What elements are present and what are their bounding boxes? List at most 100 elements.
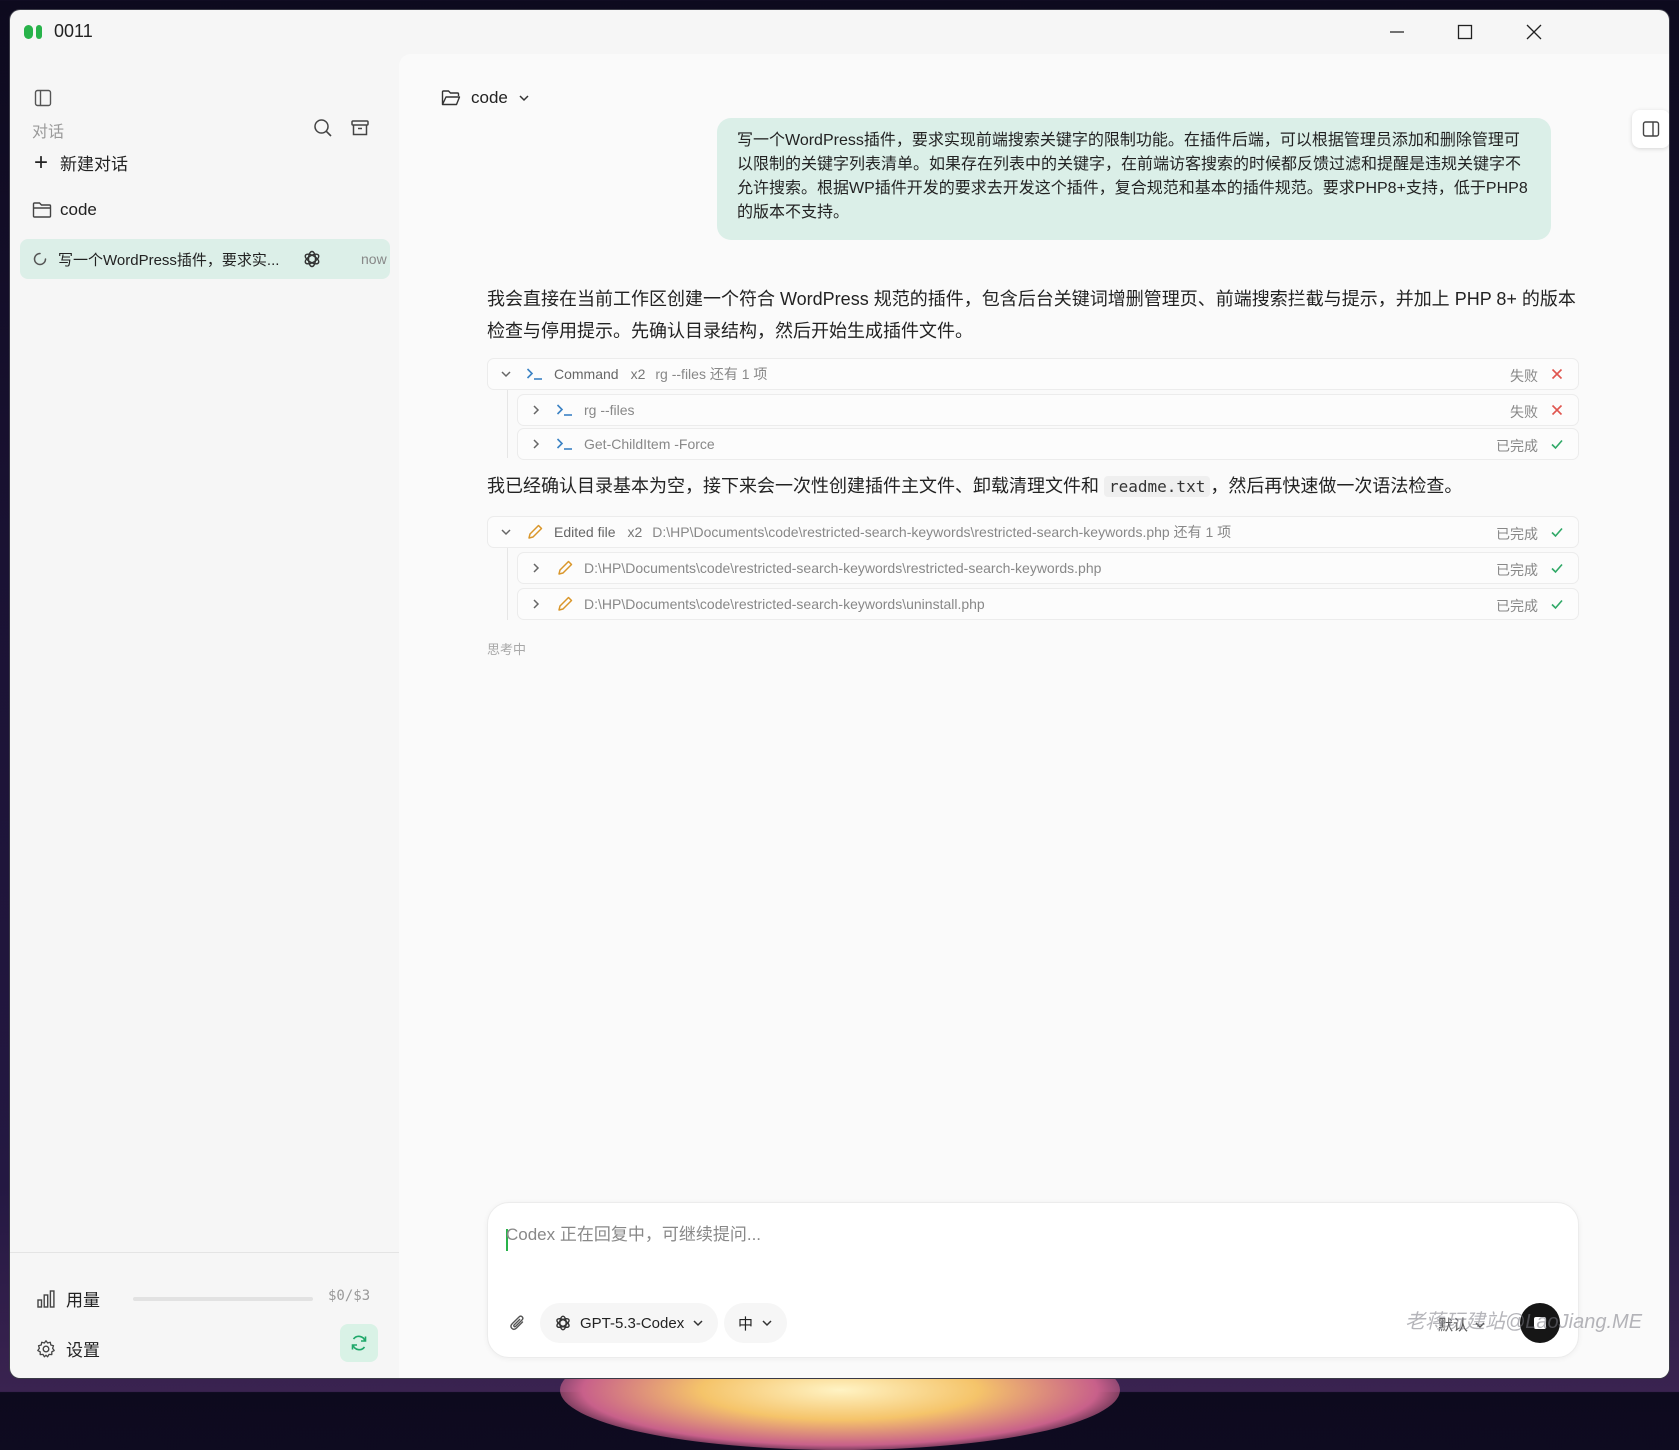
reasoning-effort-selector[interactable]: 中 <box>724 1303 788 1343</box>
plus-icon: + <box>34 148 49 176</box>
command-item-label: Get-ChildItem -Force <box>584 436 715 452</box>
gear-icon <box>37 1339 55 1357</box>
folder-icon <box>32 202 52 218</box>
check-icon <box>1551 599 1563 610</box>
failed-x-icon <box>1551 368 1563 380</box>
close-icon <box>1526 24 1542 40</box>
chevron-right-icon <box>530 598 546 610</box>
edited-file-item-row[interactable]: D:\HP\Documents\code\restricted-search-k… <box>517 552 1579 584</box>
chevron-right-icon <box>530 438 546 450</box>
refresh-button[interactable] <box>340 1324 378 1362</box>
terminal-icon <box>556 403 574 417</box>
edited-file-item-path: D:\HP\Documents\code\restricted-search-k… <box>584 596 985 612</box>
conversation-item-active[interactable]: 写一个WordPress插件，要求实... now <box>20 239 390 279</box>
workspace-label: code <box>471 88 508 107</box>
assistant-message-2: 我已经确认目录基本为空，接下来会一次性创建插件主文件、卸载清理文件和 readm… <box>487 470 1577 503</box>
close-button[interactable] <box>1500 10 1568 54</box>
chevron-down-icon <box>500 526 516 538</box>
archive-icon <box>351 120 369 136</box>
maximize-icon <box>1457 24 1473 40</box>
archive-button[interactable] <box>350 118 372 140</box>
sidebar-heading: 对话 <box>32 124 65 141</box>
assistant-message-1: 我会直接在当前工作区创建一个符合 WordPress 规范的插件，包含后台关键词… <box>487 289 1576 341</box>
failed-x-icon <box>1551 404 1563 416</box>
app-window: 0011 对话 + 新建对话 code 写一个WordPress插件，要求实..… <box>10 10 1669 1378</box>
pencil-icon <box>526 523 544 541</box>
pencil-icon <box>556 595 574 613</box>
command-item-label: rg --files <box>584 402 635 418</box>
search-button[interactable] <box>313 118 335 140</box>
check-icon <box>1551 563 1563 574</box>
chevron-down-icon <box>500 368 516 380</box>
refresh-icon <box>351 1335 367 1351</box>
sidebar-toggle-button[interactable] <box>34 89 54 109</box>
new-chat-label: 新建对话 <box>60 155 129 174</box>
pencil-icon <box>556 559 574 577</box>
command-group-label: Command <box>554 366 619 382</box>
usage-item[interactable]: 用量 <box>36 1286 100 1311</box>
command-item-row[interactable]: Get-ChildItem -Force 已完成 <box>517 428 1579 460</box>
sidebar-folder-code[interactable]: code <box>32 200 97 220</box>
paperclip-icon <box>510 1315 524 1331</box>
sidebar-toggle-icon <box>34 89 52 107</box>
edited-file-item-row[interactable]: D:\HP\Documents\code\restricted-search-k… <box>517 588 1579 620</box>
folder-label: code <box>60 200 97 219</box>
chevron-right-icon <box>530 404 546 416</box>
check-icon <box>1551 527 1563 538</box>
model-selector[interactable]: GPT-5.3-Codex <box>540 1303 719 1343</box>
openai-logo-icon <box>556 1315 570 1331</box>
edited-file-item-path: D:\HP\Documents\code\restricted-search-k… <box>584 560 1102 576</box>
user-message-bubble: 写一个WordPress插件，要求实现前端搜索关键字的限制功能。在插件后端，可以… <box>717 118 1551 240</box>
edited-file-group-row[interactable]: Edited file x2 D:\HP\Documents\code\rest… <box>487 516 1579 548</box>
new-chat-button[interactable]: + 新建对话 <box>34 150 128 175</box>
tree-connector <box>507 548 508 620</box>
inline-code-filename: readme.txt <box>1104 476 1211 497</box>
folder-open-icon <box>441 90 461 106</box>
settings-button[interactable]: 设置 <box>36 1336 100 1361</box>
conversation-title: 写一个WordPress插件，要求实... <box>58 252 280 269</box>
check-icon <box>1551 439 1563 450</box>
chevron-right-icon <box>530 562 546 574</box>
edited-file-group-status: 已完成 <box>1496 526 1538 542</box>
conversation-time: now <box>361 251 387 267</box>
assistant-message-2-text-end: ，然后再快速做一次语法检查。 <box>1210 476 1463 496</box>
title-bar: 0011 <box>10 10 1669 54</box>
usage-label: 用量 <box>66 1291 100 1310</box>
chevron-down-icon <box>762 1320 772 1327</box>
message-input[interactable] <box>506 1225 1506 1245</box>
edited-file-group-detail: D:\HP\Documents\code\restricted-search-k… <box>652 524 1232 540</box>
toggle-right-panel-button[interactable] <box>1632 110 1669 148</box>
command-group-detail: rg --files 还有 1 项 <box>655 366 768 382</box>
minimize-button[interactable] <box>1363 10 1431 54</box>
openai-logo-icon <box>304 250 320 268</box>
model-label: GPT-5.3-Codex <box>580 1314 685 1332</box>
edited-file-item-status: 已完成 <box>1496 598 1538 614</box>
chat-panel: code 写一个WordPress插件，要求实现前端搜索关键字的限制功能。在插件… <box>399 54 1669 1378</box>
usage-value: $0/$3 <box>328 1288 371 1304</box>
edited-file-group-label: Edited file <box>554 524 616 540</box>
watermark: 老蒋玩建站@LaoJiang.ME <box>1405 1311 1643 1333</box>
command-group-row[interactable]: Command x2 rg --files 还有 1 项 失败 <box>487 358 1579 390</box>
search-icon <box>314 119 332 137</box>
command-item-status: 已完成 <box>1496 438 1538 454</box>
usage-progress-bar <box>133 1297 313 1301</box>
composer: GPT-5.3-Codex 中 默认 <box>487 1202 1579 1358</box>
attach-button[interactable] <box>508 1313 530 1335</box>
thinking-indicator: 思考中 <box>487 642 527 657</box>
edited-file-group-count: x2 <box>627 524 643 540</box>
panel-right-icon <box>1642 121 1660 137</box>
command-group-status: 失败 <box>1510 368 1538 384</box>
workspace-selector[interactable]: code <box>441 88 530 108</box>
terminal-icon <box>526 367 544 381</box>
window-title: 0011 <box>54 21 93 41</box>
command-item-status: 失败 <box>1510 404 1538 420</box>
bar-chart-icon <box>37 1289 55 1308</box>
sidebar: 对话 + 新建对话 code 写一个WordPress插件，要求实... now… <box>10 54 399 1378</box>
terminal-icon <box>556 437 574 451</box>
effort-label: 中 <box>738 1315 754 1333</box>
assistant-message-2-text: 我已经确认目录基本为空，接下来会一次性创建插件主文件、卸载清理文件和 <box>487 476 1104 496</box>
loading-spinner-icon <box>33 252 47 266</box>
maximize-button[interactable] <box>1431 10 1499 54</box>
command-item-row[interactable]: rg --files 失败 <box>517 394 1579 426</box>
command-group-count: x2 <box>630 366 646 382</box>
